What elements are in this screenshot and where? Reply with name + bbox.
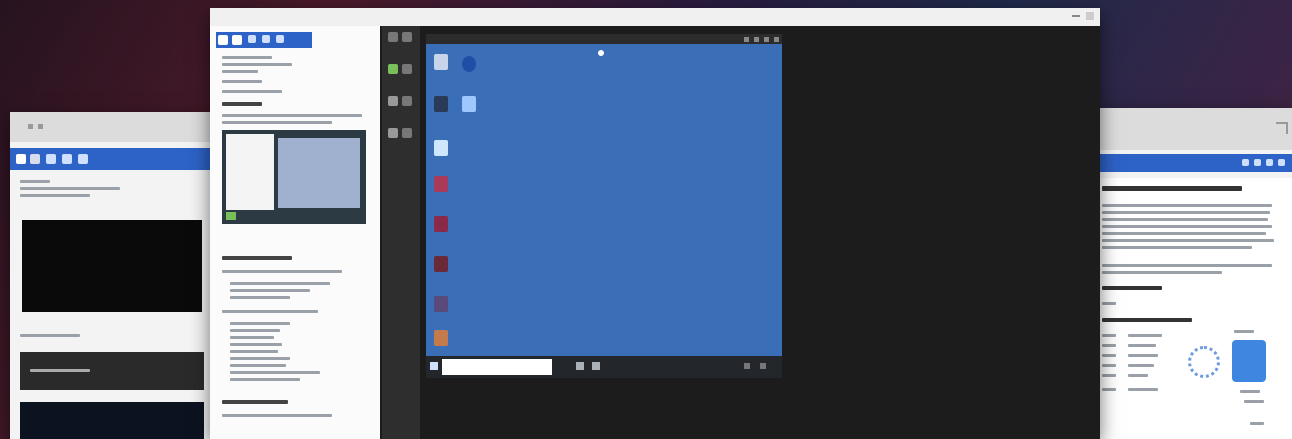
app-icon[interactable] xyxy=(434,256,448,272)
center-window[interactable] xyxy=(210,8,1100,439)
subheading-line xyxy=(222,102,262,106)
back-icon[interactable] xyxy=(16,154,26,164)
clipboard-icon[interactable] xyxy=(388,64,398,74)
terminal-block xyxy=(20,352,204,390)
refresh-icon[interactable] xyxy=(62,154,72,164)
right-toolbar xyxy=(1098,154,1292,172)
tool-icon[interactable] xyxy=(462,96,476,112)
forward-icon[interactable] xyxy=(30,154,40,164)
text-line xyxy=(20,334,80,337)
computer-icon[interactable] xyxy=(434,96,448,112)
app-icon[interactable] xyxy=(434,216,448,232)
subheading-line xyxy=(222,256,292,260)
remote-desktop[interactable] xyxy=(426,34,782,378)
bookmark-icon[interactable] xyxy=(232,35,242,45)
remote-search-box[interactable] xyxy=(442,359,552,375)
taskbar-app-icon[interactable] xyxy=(576,362,584,370)
close-icon[interactable] xyxy=(1086,12,1094,20)
forward-nav-icon[interactable] xyxy=(38,124,43,129)
tools-icon[interactable] xyxy=(276,35,284,43)
remote-control-icon[interactable] xyxy=(764,37,769,42)
app-icon[interactable] xyxy=(434,330,448,346)
left-content xyxy=(18,178,204,439)
shortcut-icon[interactable] xyxy=(434,140,448,156)
center-title-bar xyxy=(210,8,1100,26)
left-browser-window[interactable] xyxy=(10,112,210,439)
text-line xyxy=(20,180,50,183)
ctrl-icon[interactable] xyxy=(1254,159,1261,166)
right-content xyxy=(1098,178,1292,439)
left-title-bar xyxy=(10,112,210,142)
power-icon[interactable] xyxy=(388,32,398,42)
video-thumbnail[interactable] xyxy=(22,220,202,312)
subheading-line xyxy=(1102,318,1192,322)
screenshot-thumbnail[interactable] xyxy=(222,130,366,224)
cursor-icon xyxy=(598,50,604,56)
remote-taskbar xyxy=(426,356,782,378)
refresh-icon[interactable] xyxy=(402,128,412,138)
settings-icon[interactable] xyxy=(388,96,398,106)
document-panel xyxy=(210,26,380,439)
text-line xyxy=(20,194,90,197)
app-icon[interactable] xyxy=(434,176,448,192)
screen-icon[interactable] xyxy=(402,64,412,74)
keyboard-icon[interactable] xyxy=(402,32,412,42)
sun-logo-icon xyxy=(1188,346,1220,378)
fullscreen-icon[interactable] xyxy=(402,96,412,106)
pane-icon[interactable] xyxy=(218,35,228,45)
right-title-bar xyxy=(1098,108,1292,150)
left-toolbar xyxy=(10,148,210,170)
home-icon[interactable] xyxy=(46,154,56,164)
remote-control-icon[interactable] xyxy=(754,37,759,42)
doc-toolbar xyxy=(216,32,312,48)
ctrl-icon[interactable] xyxy=(1266,159,1273,166)
folder-icon[interactable] xyxy=(434,54,448,70)
heading-line xyxy=(1102,186,1242,191)
minimize-icon[interactable] xyxy=(1072,15,1080,17)
remote-title-bar xyxy=(426,34,782,44)
subheading-line xyxy=(1102,286,1162,290)
app-tile-icon[interactable] xyxy=(1232,340,1266,382)
app-icon[interactable] xyxy=(434,296,448,312)
remote-control-icon[interactable] xyxy=(774,37,779,42)
start-icon[interactable] xyxy=(430,362,438,370)
search-icon[interactable] xyxy=(248,35,256,43)
network-icon[interactable] xyxy=(462,56,476,72)
video-thumbnail-2[interactable] xyxy=(20,402,204,439)
ctrl-icon[interactable] xyxy=(1278,159,1285,166)
taskbar-app-icon[interactable] xyxy=(592,362,600,370)
ctrl-icon[interactable] xyxy=(1242,159,1249,166)
remote-control-icon[interactable] xyxy=(744,37,749,42)
vm-side-toolbar xyxy=(382,26,420,439)
expand-icon[interactable] xyxy=(1276,122,1288,134)
tray-icon[interactable] xyxy=(744,363,750,369)
star-icon[interactable] xyxy=(78,154,88,164)
right-browser-window[interactable] xyxy=(1098,108,1292,439)
note-icon[interactable] xyxy=(262,35,270,43)
back-nav-icon[interactable] xyxy=(28,124,33,129)
text-line xyxy=(20,187,120,190)
home-icon[interactable] xyxy=(388,128,398,138)
subheading-line xyxy=(222,400,288,404)
tray-icon[interactable] xyxy=(760,363,766,369)
